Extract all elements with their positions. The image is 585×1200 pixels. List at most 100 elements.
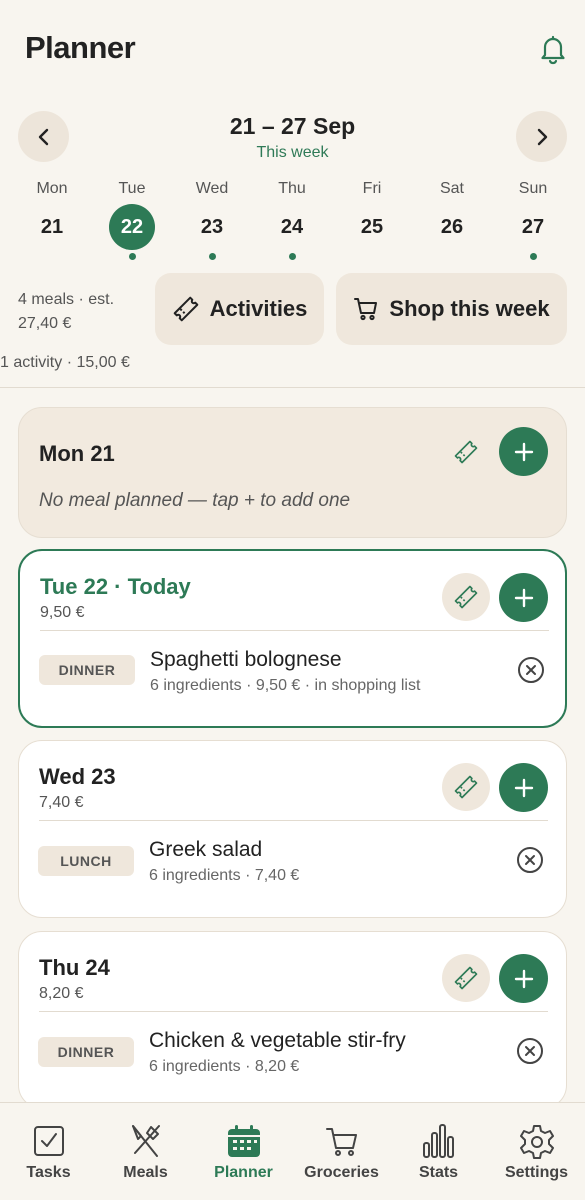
- app-header: Planner: [0, 0, 585, 100]
- card-divider: [40, 630, 549, 631]
- card-title: Thu 24: [39, 955, 110, 980]
- ticket-icon: [453, 439, 479, 465]
- day-card-wed: Wed 23 7,40 € LUNCH Greek salad 6 ingred…: [18, 740, 567, 918]
- card-total: 8,20 €: [39, 985, 84, 1002]
- day-sun[interactable]: Sun 27: [493, 178, 573, 260]
- add-activity-button[interactable]: [442, 428, 490, 476]
- groceries-icon: [325, 1123, 359, 1159]
- day-name: Thu: [278, 180, 306, 197]
- day-thu[interactable]: Thu 24: [252, 178, 332, 260]
- day-dot: [128, 253, 136, 260]
- nav-label: Meals: [123, 1164, 168, 1181]
- nav-label: Stats: [418, 1164, 459, 1181]
- day-dot: [369, 253, 376, 260]
- card-title: Wed 23: [39, 764, 116, 789]
- meal-meta: 6 ingredients · 8,20 €: [149, 1058, 300, 1075]
- remove-meal-button[interactable]: [516, 846, 546, 876]
- day-dot: [529, 253, 537, 260]
- meal-name[interactable]: Chicken & vegetable stir-fry: [149, 1029, 406, 1053]
- plus-icon: [513, 587, 535, 609]
- meal-type-badge: DINNER: [38, 1037, 134, 1067]
- meals-icon: [129, 1123, 163, 1159]
- meal-meta: 6 ingredients · 9,50 € · in shopping lis…: [150, 677, 421, 694]
- nav-settings[interactable]: Settings: [488, 1103, 585, 1200]
- add-meal-button[interactable]: [499, 763, 548, 812]
- day-dot: [288, 253, 296, 260]
- empty-day-message: No meal planned — tap + to add one: [39, 490, 351, 511]
- shop-this-week-button[interactable]: Shop this week: [336, 273, 567, 345]
- ticket-icon: [453, 584, 479, 610]
- meal-name[interactable]: Spaghetti bolognese: [150, 648, 342, 672]
- planner-icon: [227, 1123, 261, 1159]
- day-dot: [449, 253, 456, 260]
- chevron-left-icon: [34, 127, 54, 147]
- ticket-icon: [453, 965, 479, 991]
- activities-button[interactable]: Activities: [155, 273, 324, 345]
- nav-tasks[interactable]: Tasks: [0, 1103, 97, 1200]
- add-activity-button[interactable]: [442, 954, 490, 1002]
- day-number: 21: [40, 216, 64, 238]
- day-tue[interactable]: Tue 22: [92, 178, 172, 260]
- day-strip: Mon 21 Tue 22 Wed 23 Thu 24 Fri 25 Sat 2…: [12, 178, 573, 263]
- card-divider: [39, 1011, 548, 1012]
- week-subtitle: This week: [256, 144, 329, 161]
- nav-stats[interactable]: Stats: [390, 1103, 487, 1200]
- day-dot: [208, 253, 216, 260]
- day-number-selected: 22: [109, 204, 155, 250]
- tasks-icon: [32, 1123, 66, 1159]
- day-name: Mon: [36, 180, 68, 197]
- day-name: Tue: [118, 180, 146, 197]
- add-activity-button[interactable]: [442, 573, 490, 621]
- close-circle-icon: [516, 1037, 546, 1065]
- day-number: 25: [360, 216, 384, 238]
- add-activity-button[interactable]: [442, 763, 490, 811]
- next-week-button[interactable]: [516, 111, 567, 162]
- week-range: 21 – 27 Sep: [229, 113, 356, 139]
- remove-meal-button[interactable]: [516, 1037, 546, 1067]
- nav-groceries[interactable]: Groceries: [293, 1103, 390, 1200]
- card-total: 9,50 €: [40, 604, 85, 621]
- day-wed[interactable]: Wed 23: [172, 178, 252, 260]
- nav-meals[interactable]: Meals: [97, 1103, 194, 1200]
- remove-meal-button[interactable]: [517, 656, 547, 686]
- day-name: Fri: [362, 180, 382, 197]
- day-number: 24: [280, 216, 304, 238]
- add-meal-button[interactable]: [499, 427, 548, 476]
- day-name: Sat: [439, 180, 464, 197]
- day-dot: [49, 253, 56, 260]
- add-meal-button[interactable]: [499, 954, 548, 1003]
- day-mon[interactable]: Mon 21: [12, 178, 92, 260]
- close-circle-icon: [516, 846, 546, 874]
- meal-type-badge: DINNER: [39, 655, 135, 685]
- nav-label: Groceries: [304, 1164, 379, 1181]
- bottom-nav: Tasks Meals Planner Groceries Stats Sett…: [0, 1102, 585, 1200]
- week-activity-summary: 1 activity · 15,00 €: [0, 354, 130, 371]
- chevron-right-icon: [532, 127, 552, 147]
- ticket-icon: [453, 774, 479, 800]
- nav-label: Tasks: [26, 1164, 71, 1181]
- day-fri[interactable]: Fri 25: [332, 178, 412, 260]
- divider: [0, 387, 585, 388]
- plus-icon: [513, 441, 535, 463]
- day-number: 26: [440, 216, 464, 238]
- add-meal-button[interactable]: [499, 573, 548, 622]
- card-total: 7,40 €: [39, 794, 84, 811]
- bell-icon[interactable]: [536, 32, 570, 66]
- page-title: Planner: [25, 30, 136, 65]
- nav-label: Planner: [214, 1164, 273, 1181]
- day-name: Wed: [195, 180, 229, 197]
- meal-name[interactable]: Greek salad: [149, 838, 262, 862]
- nav-planner[interactable]: Planner: [195, 1103, 292, 1200]
- activities-label: Activities: [209, 296, 308, 321]
- settings-icon: [520, 1123, 554, 1159]
- meal-meta: 6 ingredients · 7,40 €: [149, 867, 300, 884]
- cart-icon: [353, 296, 379, 322]
- day-sat[interactable]: Sat 26: [412, 178, 492, 260]
- day-card-thu: Thu 24 8,20 € DINNER Chicken & vegetable…: [18, 931, 567, 1109]
- today-label: · Today: [108, 574, 191, 599]
- day-name: Sun: [518, 180, 548, 197]
- plus-icon: [513, 777, 535, 799]
- previous-week-button[interactable]: [18, 111, 69, 162]
- ticket-icon: [172, 295, 200, 323]
- card-title: Mon 21: [39, 441, 115, 466]
